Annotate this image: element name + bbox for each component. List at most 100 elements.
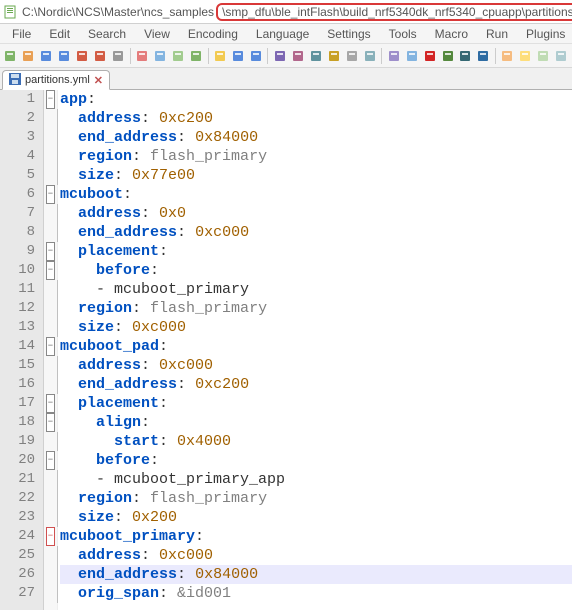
fold-toggle-icon[interactable]: − <box>46 185 55 204</box>
line-number: 17 <box>0 394 35 413</box>
menu-run[interactable]: Run <box>478 26 516 42</box>
lang-icon[interactable] <box>385 46 402 66</box>
fold-toggle-icon[interactable]: − <box>46 527 55 546</box>
doc-c-icon[interactable] <box>535 46 552 66</box>
fold-toggle-icon[interactable]: − <box>46 413 55 432</box>
fold-cell[interactable]: − <box>44 337 57 356</box>
fold-cell[interactable]: − <box>44 394 57 413</box>
code-line[interactable]: placement: <box>60 242 572 261</box>
code-area[interactable]: app: address: 0xc200 end_address: 0x8400… <box>58 90 572 610</box>
code-line[interactable]: orig_span: &id001 <box>60 584 572 603</box>
undo-icon[interactable] <box>188 46 205 66</box>
fold-cell[interactable]: − <box>44 185 57 204</box>
line-number: 6 <box>0 185 35 204</box>
menu-settings[interactable]: Settings <box>319 26 378 42</box>
save-icon[interactable] <box>38 46 55 66</box>
code-line[interactable]: placement: <box>60 394 572 413</box>
fold-toggle-icon[interactable]: − <box>46 394 55 413</box>
code-line[interactable]: start: 0x4000 <box>60 432 572 451</box>
find-icon[interactable] <box>230 46 247 66</box>
zoom-in-icon[interactable] <box>271 46 288 66</box>
tab-partitions[interactable]: partitions.yml ✕ <box>2 70 110 90</box>
code-line[interactable]: mcuboot_primary: <box>60 527 572 546</box>
paste-icon[interactable] <box>170 46 187 66</box>
doc-b-icon[interactable] <box>517 46 534 66</box>
fold-toggle-icon[interactable]: − <box>46 242 55 261</box>
save-all-icon[interactable] <box>56 46 73 66</box>
code-line[interactable]: before: <box>60 451 572 470</box>
sync-icon[interactable] <box>307 46 324 66</box>
code-line[interactable]: mcuboot_pad: <box>60 337 572 356</box>
all-chars-icon[interactable] <box>343 46 360 66</box>
code-line[interactable]: address: 0xc000 <box>60 546 572 565</box>
code-line[interactable]: address: 0xc200 <box>60 109 572 128</box>
code-line[interactable]: app: <box>60 90 572 109</box>
fold-toggle-icon[interactable]: − <box>46 261 55 280</box>
indent-icon[interactable] <box>361 46 378 66</box>
zoom-out-icon[interactable] <box>289 46 306 66</box>
fold-cell <box>44 223 57 242</box>
code-line[interactable]: - mcuboot_primary <box>60 280 572 299</box>
fold-cell <box>44 318 57 337</box>
close-all-icon[interactable] <box>92 46 109 66</box>
wrap-icon[interactable] <box>325 46 342 66</box>
doc-a-icon[interactable] <box>499 46 516 66</box>
fold-cell <box>44 204 57 223</box>
code-line[interactable]: region: flash_primary <box>60 147 572 166</box>
fold-cell[interactable]: − <box>44 451 57 470</box>
toolbar <box>0 44 572 68</box>
close-icon[interactable] <box>74 46 91 66</box>
menu-encoding[interactable]: Encoding <box>180 26 246 42</box>
code-line[interactable]: end_address: 0xc200 <box>60 375 572 394</box>
code-line[interactable]: - mcuboot_primary_app <box>60 470 572 489</box>
macro-rec-icon[interactable] <box>421 46 438 66</box>
fold-toggle-icon[interactable]: − <box>46 337 55 356</box>
print-icon[interactable] <box>110 46 127 66</box>
menu-search[interactable]: Search <box>80 26 134 42</box>
macro-stop-icon[interactable] <box>457 46 474 66</box>
fold-toggle-icon[interactable]: − <box>46 451 55 470</box>
menu-plugins[interactable]: Plugins <box>518 26 572 42</box>
line-number: 26 <box>0 565 35 584</box>
menu-file[interactable]: File <box>4 26 39 42</box>
open-icon[interactable] <box>20 46 37 66</box>
code-line[interactable]: mcuboot: <box>60 185 572 204</box>
monitor-icon[interactable] <box>403 46 420 66</box>
cut-icon[interactable] <box>134 46 151 66</box>
fold-cell[interactable]: − <box>44 413 57 432</box>
macro-play-icon[interactable] <box>439 46 456 66</box>
menu-edit[interactable]: Edit <box>41 26 78 42</box>
code-line[interactable]: size: 0x200 <box>60 508 572 527</box>
code-line[interactable]: region: flash_primary <box>60 299 572 318</box>
fold-toggle-icon[interactable]: − <box>46 90 55 109</box>
menu-tools[interactable]: Tools <box>381 26 425 42</box>
code-line[interactable]: address: 0x0 <box>60 204 572 223</box>
menu-language[interactable]: Language <box>248 26 317 42</box>
code-line[interactable]: end_address: 0x84000 <box>60 565 572 584</box>
new-icon[interactable] <box>2 46 19 66</box>
replace-icon[interactable] <box>247 46 264 66</box>
menu-view[interactable]: View <box>136 26 178 42</box>
fold-cell[interactable]: − <box>44 261 57 280</box>
fold-cell[interactable]: − <box>44 242 57 261</box>
macro-list-icon[interactable] <box>475 46 492 66</box>
fold-cell[interactable]: − <box>44 90 57 109</box>
code-line[interactable]: before: <box>60 261 572 280</box>
titlebar: C:\Nordic\NCS\Master\ncs_samples \smp_df… <box>0 0 572 24</box>
redo-icon[interactable] <box>212 46 229 66</box>
code-line[interactable]: end_address: 0x84000 <box>60 128 572 147</box>
line-number: 18 <box>0 413 35 432</box>
code-line[interactable]: size: 0x77e00 <box>60 166 572 185</box>
code-line[interactable]: size: 0xc000 <box>60 318 572 337</box>
code-line[interactable]: address: 0xc000 <box>60 356 572 375</box>
fold-cell <box>44 546 57 565</box>
line-number: 27 <box>0 584 35 603</box>
menu-macro[interactable]: Macro <box>427 26 476 42</box>
code-line[interactable]: region: flash_primary <box>60 489 572 508</box>
code-line[interactable]: align: <box>60 413 572 432</box>
code-line[interactable]: end_address: 0xc000 <box>60 223 572 242</box>
copy-icon[interactable] <box>152 46 169 66</box>
doc-d-icon[interactable] <box>553 46 570 66</box>
tab-close-icon[interactable]: ✕ <box>94 74 103 87</box>
fold-cell[interactable]: − <box>44 527 57 546</box>
